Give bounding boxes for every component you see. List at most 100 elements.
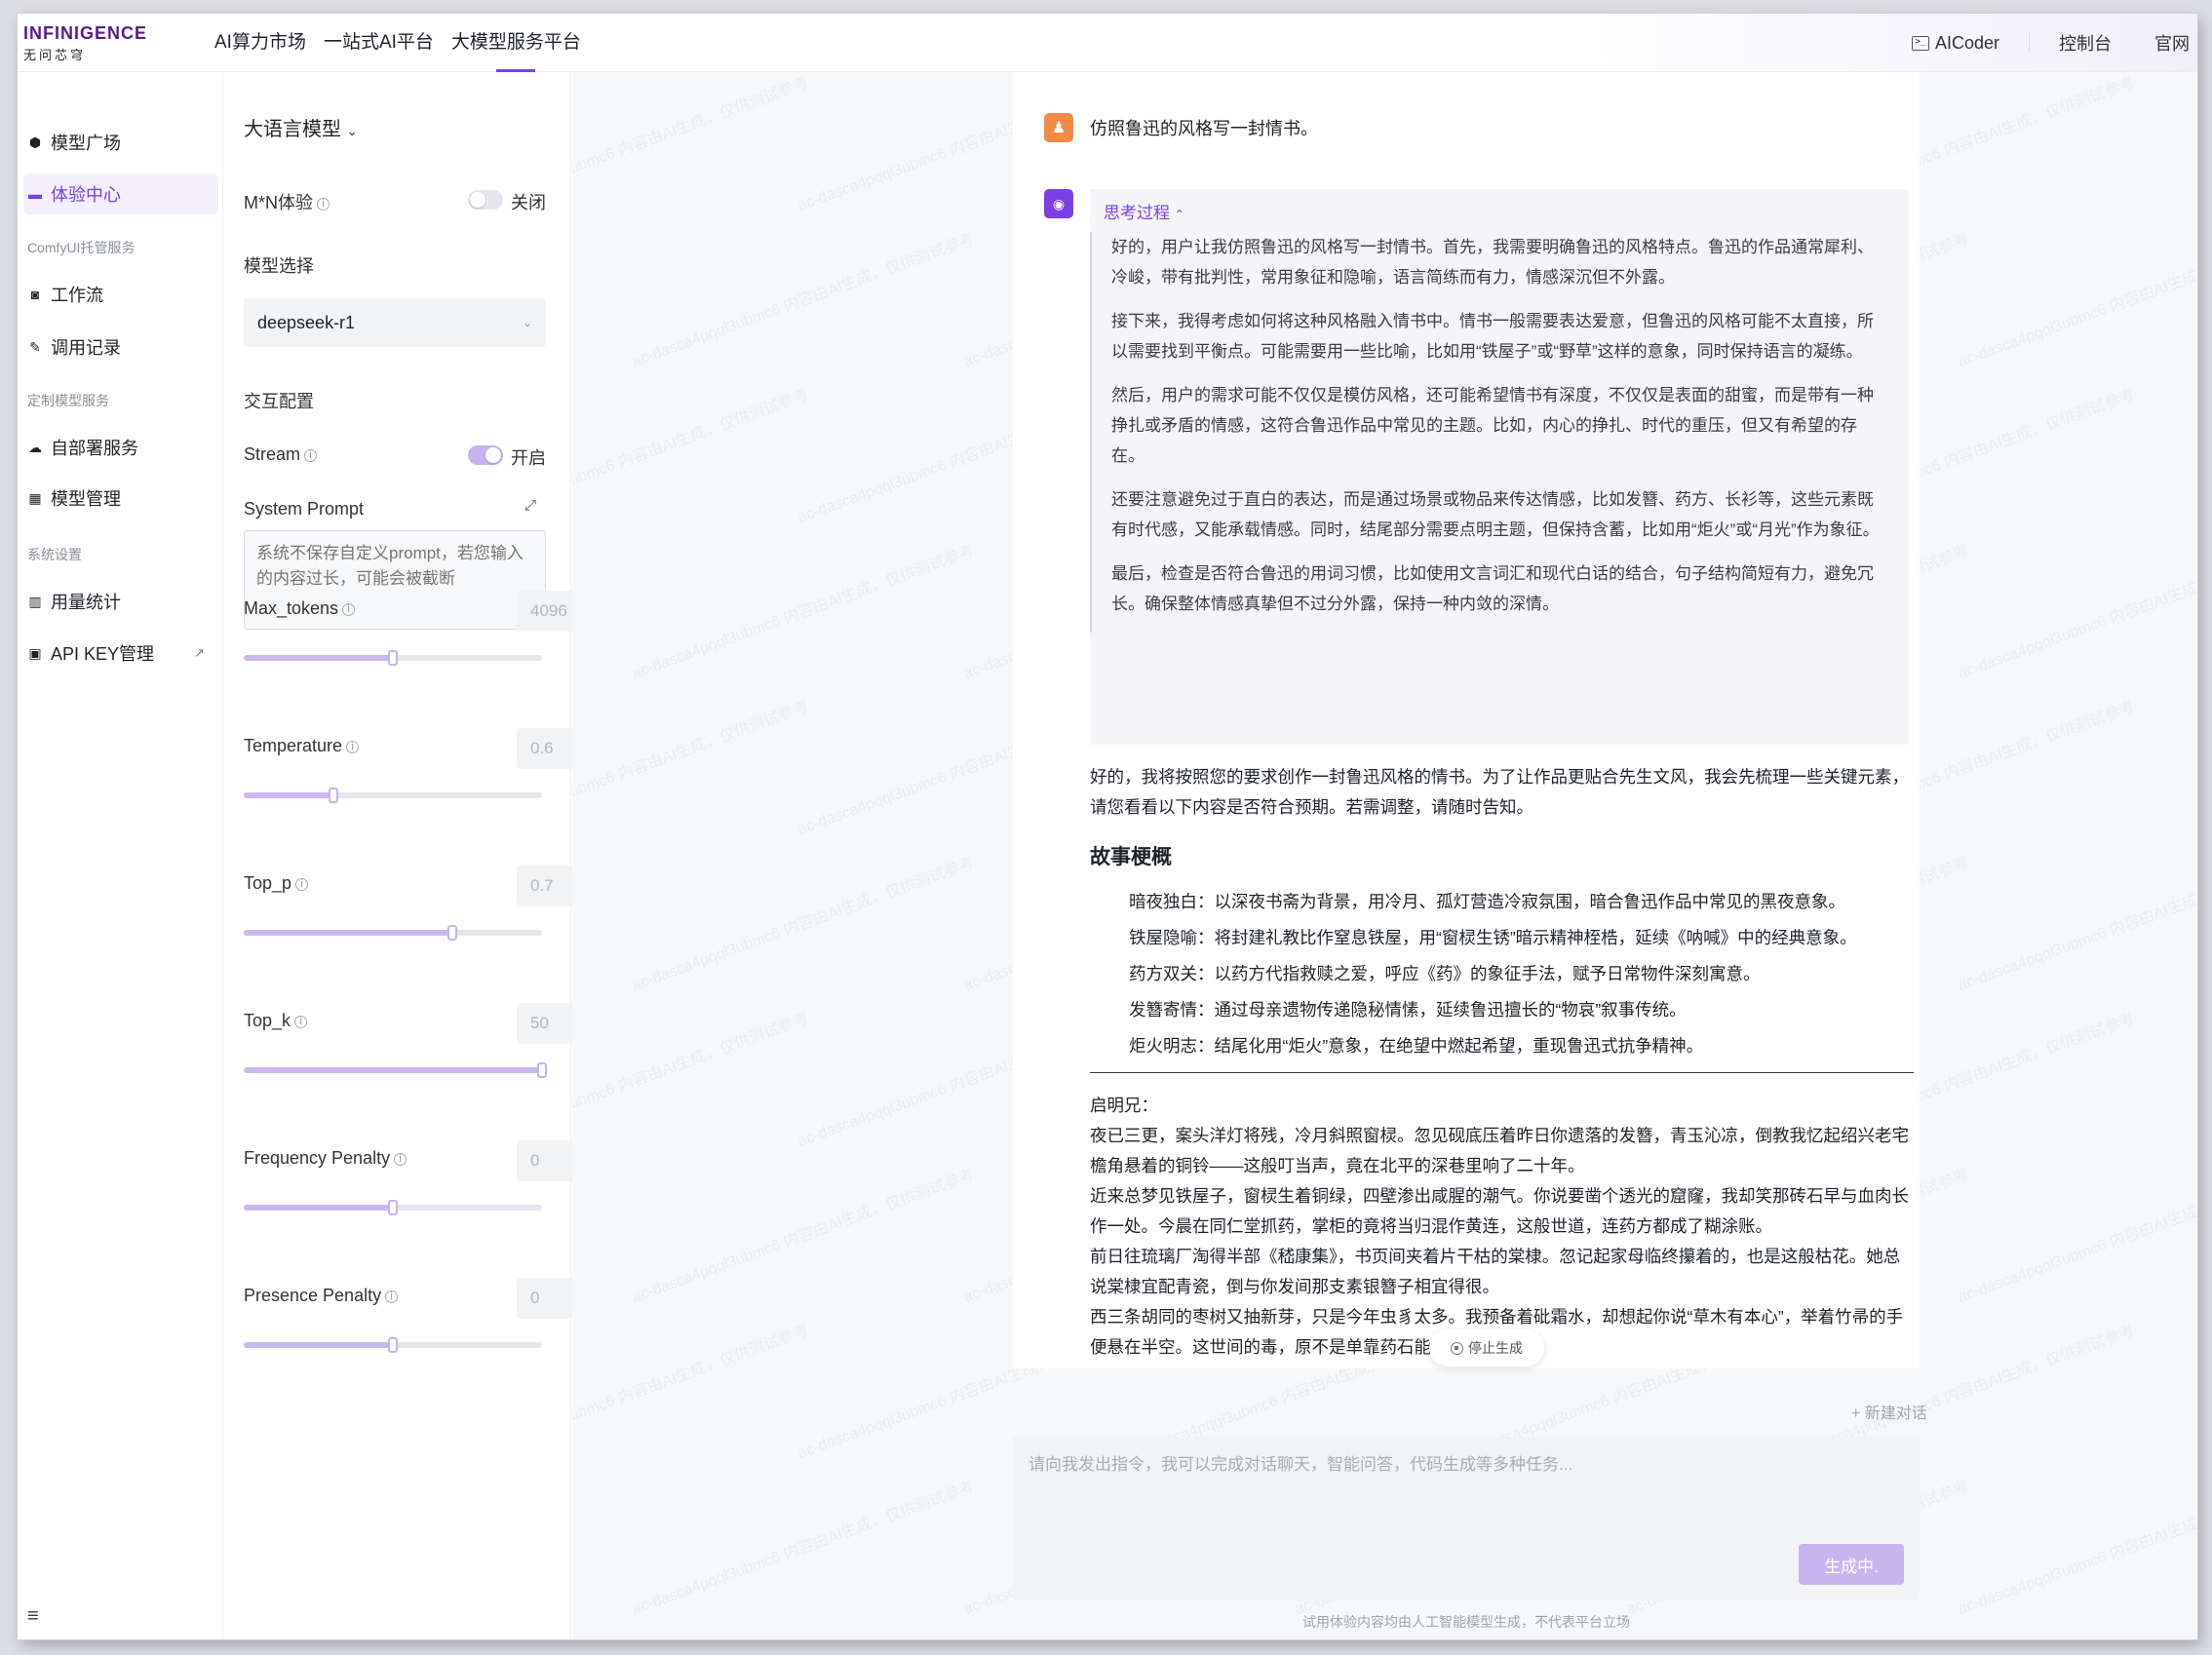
model-select[interactable]: deepseek-r1 ⌄ <box>244 298 546 347</box>
grid-icon: ▦ <box>28 489 42 506</box>
mn-toggle-state: 关闭 <box>511 193 546 212</box>
sidebar-item-label: 模型管理 <box>51 489 121 509</box>
model-type-label: 大语言模型 <box>244 119 341 140</box>
sidebar-group-custom-model: 定制模型服务 <box>27 393 109 408</box>
sidebar-item-experience-center[interactable]: ▬ 体验中心 <box>23 173 218 214</box>
max-tokens-label: Max_tokens i <box>244 598 356 619</box>
sidebar-group-comfyui: ComfyUI托管服务 <box>27 240 136 255</box>
slider-thumb[interactable] <box>388 1200 398 1215</box>
sidebar-item-model-square[interactable]: ⬢ 模型广场 <box>23 122 218 163</box>
slider-thumb[interactable] <box>388 650 398 666</box>
cloud-icon: ☁ <box>28 439 42 455</box>
letter-paragraph: 夜已三更，案头洋灯将残，冷月斜照窗棂。忽见砚底压着昨日你遗落的发簪，青玉沁凉，倒… <box>1090 1126 1909 1175</box>
slider-thumb[interactable] <box>537 1062 547 1078</box>
mn-label: M*N体验 i <box>244 189 330 214</box>
prompt-input[interactable]: 请向我发出指令，我可以完成对话聊天，智能问答，代码生成等多种任务... 生成中. <box>1013 1437 1920 1600</box>
param-label-text: Top_k <box>244 1011 291 1030</box>
chevron-up-icon: ⌃ <box>1174 208 1184 221</box>
model-select-value: deepseek-r1 <box>257 312 356 332</box>
console-link[interactable]: 控制台 <box>2059 30 2112 56</box>
header-links: >_ AICoder 控制台 官网 <box>1911 14 2190 72</box>
slider-fill <box>244 792 333 798</box>
system-prompt-label: System Prompt <box>244 499 365 519</box>
letter-paragraph: 前日往琉璃厂淘得半部《嵇康集》，书页间夹着片干枯的棠棣。忽记起家母临终攥着的，也… <box>1090 1247 1901 1296</box>
model-type-dropdown[interactable]: 大语言模型 ⌄ <box>244 113 357 141</box>
watermark-text: ac-dasca4pqql3ubmc6 内容由AI生成，仅供测试参考 <box>572 698 812 839</box>
external-link-icon: ↗ <box>194 645 205 660</box>
thinking-toggle-label: 思考过程 <box>1104 204 1170 222</box>
watermark-text: ac-dasca4pqql3ubmc6 内容由AI生成，仅供测试参考 <box>1956 1478 2197 1619</box>
slider-fill <box>244 1205 393 1211</box>
sidebar-item-api-key[interactable]: ▣ API KEY管理 ↗ <box>23 633 218 674</box>
outline-item: 暗夜独白：以深夜书斋为背景，用冷月、孤灯营造冷寂氛围，暗合鲁迅作品中常见的黑夜意… <box>1129 892 1845 911</box>
aicoder-link[interactable]: AICoder <box>1935 33 1999 54</box>
top-k-slider[interactable] <box>244 1062 547 1078</box>
frequency-penalty-slider[interactable] <box>244 1200 542 1215</box>
stop-generation-button[interactable]: 停止生成 <box>1429 1329 1544 1366</box>
toggle-knob <box>485 447 501 463</box>
watermark-text: ac-dasca4pqql3ubmc6 内容由AI生成，仅供测试参考 <box>630 1478 978 1619</box>
sidebar-item-call-records[interactable]: ✎ 调用记录 <box>23 327 218 367</box>
chevron-down-icon: ⌄ <box>522 316 532 329</box>
info-icon: i <box>295 877 309 891</box>
slider-thumb[interactable] <box>328 788 338 803</box>
stop-icon <box>1451 1341 1463 1355</box>
expand-icon[interactable]: ⤢ <box>524 497 536 514</box>
slider-fill <box>244 1342 393 1348</box>
sidebar-group-system: 系统设置 <box>27 547 82 562</box>
sidebar-item-self-deploy[interactable]: ☁ 自部署服务 <box>23 427 218 468</box>
cube-icon: ⬢ <box>28 134 42 150</box>
watermark-text: ac-dasca4pqql3ubmc6 内容由AI生成，仅供测试参考 <box>1956 230 2197 371</box>
sidebar-item-model-management[interactable]: ▦ 模型管理 <box>23 478 218 519</box>
settings-panel: 大语言模型 ⌄ M*N体验 i 关闭 模型选择 deepseek-r1 ⌄ 交互配置… <box>224 72 585 1639</box>
brand-logo[interactable]: INFINIGENCE 无问芯穹 <box>23 23 160 62</box>
max-tokens-slider[interactable] <box>244 650 542 666</box>
sidebar-item-label: 体验中心 <box>51 185 121 205</box>
nav-compute-market[interactable]: AI算力市场 <box>206 14 315 72</box>
official-site-link[interactable]: 官网 <box>2154 30 2190 56</box>
edit-icon: ✎ <box>29 338 41 355</box>
nav-model-service[interactable]: 大模型服务平台 <box>443 14 590 72</box>
thinking-paragraph: 接下来，我得考虑如何将这种风格融入情书中。情书一般需要表达爱意，但鲁迅的风格可能… <box>1111 312 1874 361</box>
watermark-text: ac-dasca4pqql3ubmc6 内容由AI生成，仅供测试参考 <box>572 386 812 527</box>
new-chat-button[interactable]: + 新建对话 <box>1851 1400 1927 1423</box>
watermark-text: ac-dasca4pqql3ubmc6 内容由AI生成，仅供测试参考 <box>572 1322 812 1463</box>
generating-button[interactable]: 生成中. <box>1799 1544 1904 1585</box>
nav-ai-platform[interactable]: 一站式AI平台 <box>315 14 443 72</box>
menu-icon[interactable]: ≡ <box>27 1605 39 1628</box>
sidebar-item-label: 用量统计 <box>51 593 121 612</box>
thinking-paragraph: 最后，检查是否符合鲁迅的用词习惯，比如使用文言词汇和现代白话的结合，句子结构简短… <box>1111 564 1874 613</box>
sidebar-item-usage[interactable]: ▥ 用量统计 <box>23 581 218 622</box>
watermark-text: ac-dasca4pqql3ubmc6 内容由AI生成，仅供测试参考 <box>572 74 812 215</box>
letter-paragraph: 启明兄： <box>1090 1096 1158 1115</box>
param-label-text: Presence Penalty <box>244 1286 382 1305</box>
watermark-text: ac-dasca4pqql3ubmc6 内容由AI生成，仅供测试参考 <box>572 1010 812 1151</box>
divider <box>1090 1072 1914 1073</box>
stream-label-text: Stream <box>244 444 301 464</box>
thinking-paragraph: 然后，用户的需求可能不仅仅是模仿风格，还可能希望情书有深度，不仅仅是表面的甜蜜，… <box>1111 386 1874 465</box>
presence-penalty-slider[interactable] <box>244 1337 542 1353</box>
watermark-text: ac-dasca4pqql3ubmc6 内容由AI生成，仅供测试参考 <box>1956 1166 2197 1307</box>
temperature-slider[interactable] <box>244 788 542 803</box>
sidebar-item-workflow[interactable]: ◙ 工作流 <box>23 274 218 315</box>
outline-title: 故事梗概 <box>1090 846 1172 868</box>
info-icon: i <box>317 197 330 211</box>
top-nav: AI算力市场 一站式AI平台 大模型服务平台 <box>206 14 590 72</box>
thinking-toggle[interactable]: 思考过程 ⌃ <box>1104 199 1184 223</box>
outline-item: 发簪寄情：通过母亲遗物传递隐秘情愫，延续鲁迅擅长的“物哀”叙事传统。 <box>1129 1000 1687 1020</box>
outline-item: 炬火明志：结尾化用“炬火”意象，在绝望中燃起希望，重现鲁迅式抗争精神。 <box>1129 1036 1704 1056</box>
thinking-paragraph: 还要注意避免过于直白的表达，而是通过场景或物品来传达情感，比如发簪、药方、长衫等… <box>1111 490 1880 539</box>
chat-area: ac-dasca4pqql3ubmc6 内容由AI生成，仅供测试参考 ac-das… <box>572 72 2197 1639</box>
param-label-text: Top_p <box>244 873 292 893</box>
stream-toggle[interactable] <box>468 445 503 465</box>
toggle-knob <box>470 192 485 208</box>
slider-thumb[interactable] <box>447 925 458 941</box>
frequency-penalty-label: Frequency Penalty i <box>244 1148 407 1169</box>
divider <box>2029 32 2030 54</box>
sidebar-item-label: 调用记录 <box>51 338 121 358</box>
slider-thumb[interactable] <box>388 1337 398 1353</box>
info-icon: i <box>346 740 360 753</box>
thinking-block: 思考过程 ⌃ 好的，用户让我仿照鲁迅的风格写一封情书。首先，我需要明确鲁迅的风格… <box>1090 189 1909 745</box>
top-p-slider[interactable] <box>244 925 542 941</box>
mn-toggle[interactable] <box>468 190 503 210</box>
